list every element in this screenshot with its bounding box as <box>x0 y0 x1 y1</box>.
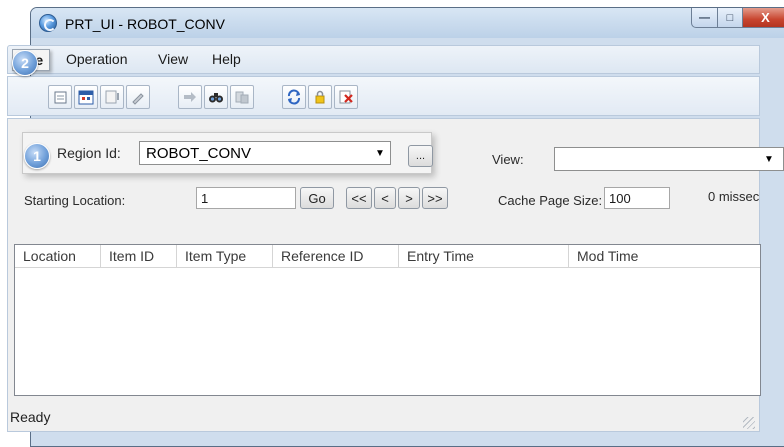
arrow-right-icon <box>184 92 196 102</box>
region-id-label: Region Id: <box>57 145 121 161</box>
menu-bar: File Operation View Help <box>7 45 760 74</box>
app-icon <box>39 14 57 32</box>
table-header: Location Item ID Item Type Reference ID … <box>15 245 760 268</box>
column-header-reference-id[interactable]: Reference ID <box>273 245 399 268</box>
delete-icon <box>339 90 353 104</box>
next-page-button[interactable]: > <box>398 187 420 209</box>
region-id-value: ROBOT_CONV <box>146 145 252 162</box>
missed-count-text: 0 missec <box>708 189 760 204</box>
menu-operation[interactable]: Operation <box>66 51 127 67</box>
close-button[interactable]: X <box>742 8 784 28</box>
title-bar[interactable]: PRT_UI - ROBOT_CONV — □ X <box>31 8 784 38</box>
view-dropdown[interactable]: ▼ <box>554 147 784 171</box>
prev-page-button[interactable]: < <box>374 187 396 209</box>
starting-location-field[interactable]: 1 <box>196 187 296 209</box>
edit-button[interactable] <box>126 85 150 109</box>
go-button-toolbar[interactable] <box>178 85 202 109</box>
lock-icon <box>315 90 325 104</box>
go-button[interactable]: Go <box>300 187 334 209</box>
status-bar: Ready <box>8 403 759 431</box>
new-icon <box>54 91 67 104</box>
menu-view[interactable]: View <box>158 51 188 67</box>
caption-buttons: — □ X <box>691 8 784 28</box>
region-browse-button[interactable]: ... <box>408 145 433 167</box>
edit-icon <box>132 93 144 105</box>
filter-button[interactable] <box>230 85 254 109</box>
last-page-button[interactable]: >> <box>422 187 448 209</box>
lock-button[interactable] <box>308 85 332 109</box>
view-label: View: <box>492 152 524 167</box>
calendar-icon <box>78 90 94 105</box>
properties-icon <box>105 90 119 104</box>
callout-badge-1: 1 <box>24 143 50 169</box>
results-table[interactable]: Location Item ID Item Type Reference ID … <box>14 244 761 396</box>
delete-button[interactable] <box>334 85 358 109</box>
column-header-item-id[interactable]: Item ID <box>101 245 177 268</box>
status-text: Ready <box>10 409 51 425</box>
filter-icon <box>235 91 249 104</box>
first-page-button[interactable]: << <box>346 187 372 209</box>
window-title: PRT_UI - ROBOT_CONV <box>65 16 225 32</box>
refresh-icon <box>288 89 300 105</box>
menu-help[interactable]: Help <box>212 51 241 67</box>
cache-page-size-label: Cache Page Size: <box>498 193 603 208</box>
chevron-down-icon: ▼ <box>375 147 385 159</box>
starting-location-label: Starting Location: <box>24 193 126 208</box>
callout-badge-2: 2 <box>12 50 38 76</box>
minimize-button[interactable]: — <box>691 8 718 28</box>
properties-button[interactable] <box>100 85 124 109</box>
maximize-button[interactable]: □ <box>717 8 743 28</box>
chevron-down-icon: ▼ <box>764 153 774 165</box>
find-button[interactable] <box>204 85 228 109</box>
column-header-mod-time[interactable]: Mod Time <box>569 245 762 268</box>
find-icon <box>209 93 223 103</box>
new-button[interactable] <box>48 85 72 109</box>
column-header-item-type[interactable]: Item Type <box>177 245 273 268</box>
toolbar <box>7 76 760 116</box>
column-header-location[interactable]: Location <box>15 245 101 268</box>
resize-grip-icon[interactable] <box>743 417 755 429</box>
region-id-dropdown[interactable]: ROBOT_CONV ▼ <box>139 141 391 165</box>
calendar-button[interactable] <box>74 85 98 109</box>
cache-page-size-field[interactable]: 100 <box>604 187 670 209</box>
region-callout: Region Id: ROBOT_CONV ▼ <box>22 132 432 174</box>
column-header-entry-time[interactable]: Entry Time <box>399 245 569 268</box>
refresh-button[interactable] <box>282 85 306 109</box>
